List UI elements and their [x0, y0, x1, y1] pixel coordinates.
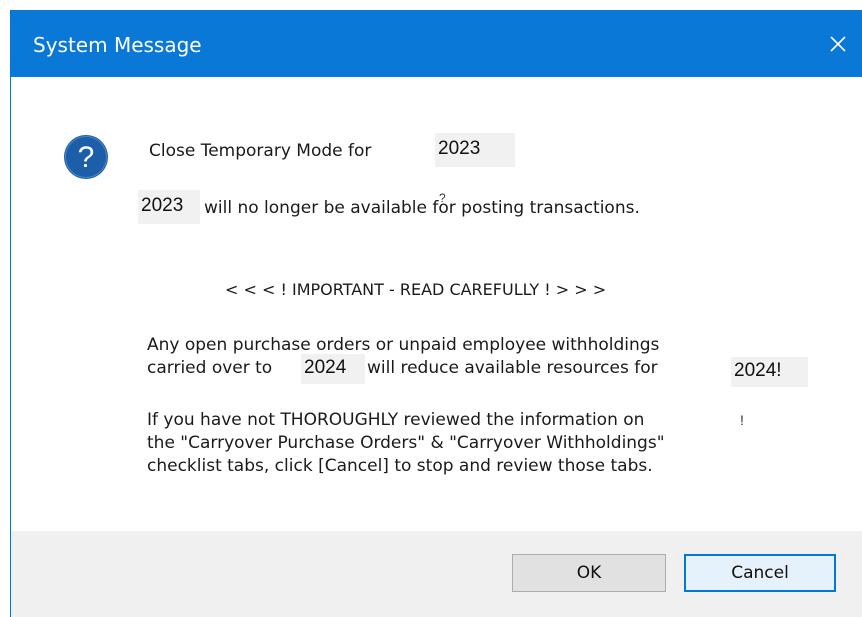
cancel-button[interactable]: Cancel	[684, 554, 836, 592]
carryover-warning-line1: Any open purchase orders or unpaid emplo…	[147, 335, 660, 355]
close-mode-text: Close Temporary Mode for	[149, 141, 372, 161]
important-banner: < < < ! IMPORTANT - READ CAREFULLY ! > >…	[225, 280, 607, 299]
current-year-label-2: 2023	[138, 190, 200, 224]
message-body: ? Close Temporary Mode for 2023 2023 wil…	[11, 77, 862, 531]
close-button[interactable]	[813, 10, 862, 77]
review-instruction-line1: If you have not THOROUGHLY reviewed the …	[147, 410, 645, 430]
carryover-warning-prefix: carried over to	[147, 358, 273, 378]
carryover-warning-middle: will reduce available resources for	[367, 358, 658, 378]
unavailable-text: will no longer be available for posting …	[204, 198, 640, 218]
stray-glyph-2: !	[740, 412, 744, 428]
svg-text:?: ?	[78, 141, 95, 174]
button-bar: OK Cancel	[11, 531, 862, 617]
stray-glyph: ?	[439, 191, 446, 205]
next-year-label: 2024	[301, 354, 365, 384]
review-instruction-line2: the "Carryover Purchase Orders" & "Carry…	[147, 433, 665, 453]
title-bar[interactable]: System Message	[11, 10, 862, 77]
current-year-label: 2023	[435, 133, 515, 167]
question-icon: ?	[64, 135, 108, 179]
system-message-dialog: System Message ? Close Temporary Mode fo…	[10, 10, 862, 617]
window-title: System Message	[33, 33, 202, 57]
close-icon	[830, 35, 846, 52]
ok-button[interactable]: OK	[512, 554, 666, 592]
review-instruction-line3: checklist tabs, click [Cancel] to stop a…	[147, 456, 653, 476]
next-year-label-2: 2024!	[731, 357, 808, 387]
